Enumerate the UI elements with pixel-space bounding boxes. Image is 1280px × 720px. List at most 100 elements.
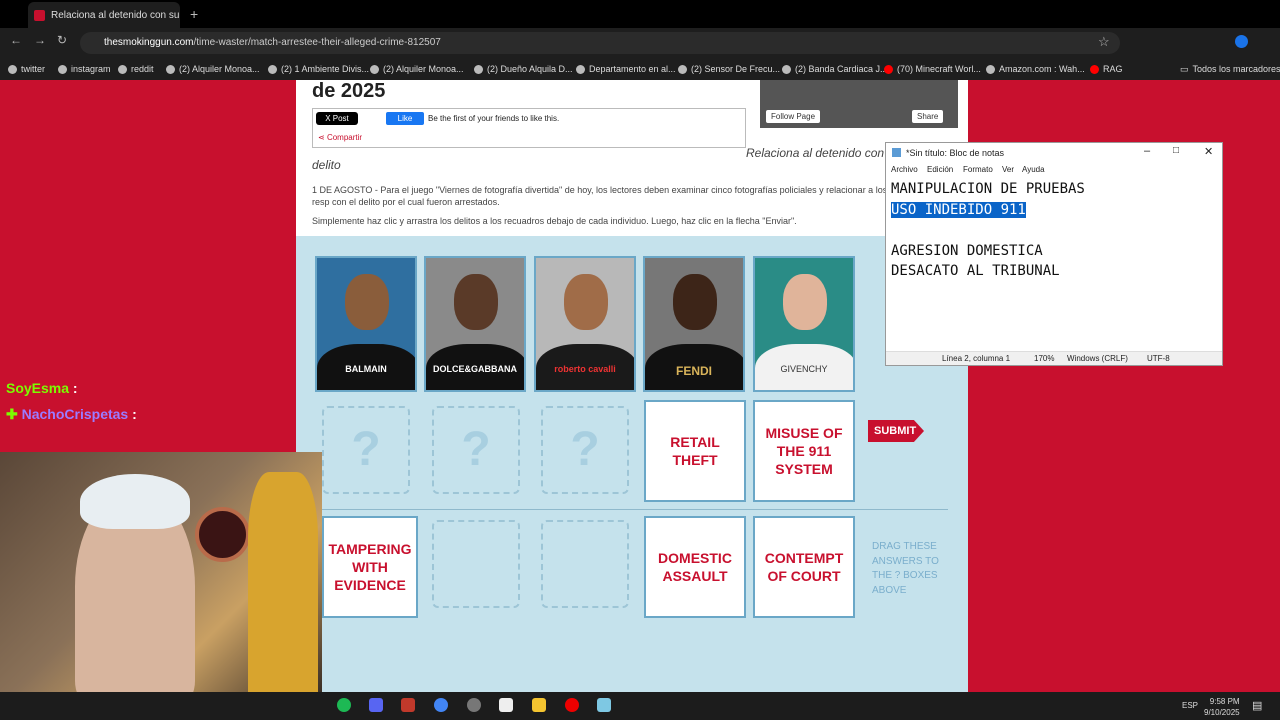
- face: [564, 274, 608, 330]
- bookmark-item[interactable]: reddit: [118, 58, 154, 80]
- clock[interactable]: 9:58 PM 9/10/2025: [1204, 696, 1240, 718]
- maximize-icon[interactable]: □: [1173, 145, 1179, 156]
- bookmark-icon: [370, 64, 379, 74]
- bookmark-item[interactable]: (2) Dueño Alquila D...: [474, 58, 573, 80]
- share-link[interactable]: ⋖ Compartir: [318, 133, 362, 142]
- minimize-icon[interactable]: –: [1144, 145, 1150, 157]
- mugshot-4: FENDI: [643, 256, 745, 392]
- drop-zone-1[interactable]: ?: [322, 406, 410, 494]
- discord-icon[interactable]: [369, 698, 383, 712]
- text-line: DESACATO AL TRIBUNAL: [891, 263, 1060, 279]
- bookmark-item[interactable]: (2) Sensor De Frecu...: [678, 58, 780, 80]
- drop-placeholder: ?: [351, 423, 381, 476]
- app-icon[interactable]: [499, 698, 513, 712]
- notifications-icon[interactable]: ▤: [1252, 699, 1262, 712]
- follow-page-button[interactable]: Follow Page: [766, 110, 821, 123]
- drag-hint: DRAG THESE ANSWERS TO THE ? BOXES ABOVE: [872, 541, 939, 596]
- back-icon[interactable]: ←: [10, 33, 22, 47]
- chat-message: SoyEsma :: [6, 380, 78, 396]
- notepad-taskbar-icon[interactable]: [597, 698, 611, 712]
- empty-slot: [541, 520, 629, 608]
- amazon-icon: [986, 64, 995, 74]
- bookmark-item[interactable]: Amazon.com : Wah...: [986, 58, 1085, 80]
- language-indicator[interactable]: ESP: [1182, 701, 1198, 710]
- drop-zone-3[interactable]: ?: [541, 406, 629, 494]
- selected-text-line: USO INDEBIDO 911: [891, 201, 1026, 218]
- opera-icon[interactable]: [565, 698, 579, 712]
- fb-share-button[interactable]: Share: [912, 110, 944, 123]
- wall-clock: [195, 507, 250, 562]
- face: [673, 274, 717, 330]
- bookmark-item[interactable]: (2) Alquiler Monoa...: [370, 58, 464, 80]
- submit-button[interactable]: SUBMIT: [868, 420, 924, 442]
- clock-date: 9/10/2025: [1204, 708, 1240, 717]
- bookmark-item[interactable]: Departamento en al...: [576, 58, 676, 80]
- obs-icon[interactable]: [467, 698, 481, 712]
- bookmark-item[interactable]: (2) Banda Cardiaca J...: [782, 58, 888, 80]
- divider: [322, 509, 948, 510]
- drop-placeholder: ?: [461, 423, 491, 476]
- bookmark-item[interactable]: (2) 1 Ambiente Divis...: [268, 58, 369, 80]
- article-subtitle-cont: delito: [312, 158, 341, 172]
- spotify-icon[interactable]: [337, 698, 351, 712]
- bookmark-icon: [474, 64, 483, 74]
- status-encoding: UTF-8: [1147, 354, 1170, 363]
- menu-edicion[interactable]: Edición: [927, 163, 953, 177]
- instagram-icon: [58, 64, 67, 74]
- bookmark-item[interactable]: RAG: [1090, 58, 1123, 80]
- costume-figure: [248, 472, 318, 692]
- bookmark-item[interactable]: instagram: [58, 58, 111, 80]
- bookmark-icon: [268, 64, 277, 74]
- menu-formato[interactable]: Formato: [963, 163, 993, 177]
- face: [783, 274, 827, 330]
- bookmark-star-icon[interactable]: ☆: [1098, 34, 1110, 50]
- notepad-title: *Sin título: Bloc de notas: [906, 148, 1005, 158]
- url-input[interactable]: thesmokinggun.com/time-waster/match-arre…: [80, 32, 1120, 54]
- menu-ayuda[interactable]: Ayuda: [1022, 163, 1045, 177]
- notepad-text-area[interactable]: MANIPULACION DE PRUEBAS USO INDEBIDO 911 A…: [891, 179, 1211, 345]
- all-bookmarks[interactable]: ▭ Todos los marcadores: [1180, 58, 1280, 80]
- intro-paragraph: 1 DE AGOSTO - Para el juego "Viernes de …: [312, 185, 888, 207]
- profile-avatar[interactable]: [1235, 35, 1248, 48]
- bookmark-item[interactable]: (2) Alquiler Monoa...: [166, 58, 260, 80]
- bookmark-item[interactable]: (70) Minecraft Worl...: [884, 58, 981, 80]
- answer-card-placed[interactable]: RETAIL THEFT: [644, 400, 746, 502]
- badge-icon: ✚: [6, 406, 22, 422]
- app-icon[interactable]: [401, 698, 415, 712]
- youtube-icon: [1090, 64, 1099, 74]
- x-post-button[interactable]: X Post: [316, 112, 358, 125]
- fb-like-button[interactable]: Like: [386, 112, 424, 125]
- fb-like-text: Be the first of your friends to like thi…: [428, 114, 560, 123]
- bookmark-icon: [166, 64, 175, 74]
- shirt-brand: roberto cavalli: [554, 364, 616, 374]
- active-tab[interactable]: Relaciona al detenido con su pr ✕: [28, 2, 180, 28]
- menu-ver[interactable]: Ver: [1002, 163, 1014, 177]
- notepad-icon: [892, 148, 901, 157]
- shirt-brand: DOLCE&GABBANA: [433, 364, 517, 374]
- answer-card-placed[interactable]: MISUSE OF THE 911 SYSTEM: [753, 400, 855, 502]
- drop-zone-2[interactable]: ?: [432, 406, 520, 494]
- answer-card[interactable]: CONTEMPT OF COURT: [753, 516, 855, 618]
- page-title: de 2025: [312, 80, 386, 102]
- chrome-icon[interactable]: [434, 698, 448, 712]
- folder-icon: ▭: [1180, 64, 1189, 74]
- chat-username: SoyEsma: [6, 380, 70, 396]
- bookmark-item[interactable]: twitter: [8, 58, 45, 80]
- reload-icon[interactable]: ↻: [57, 33, 67, 47]
- text-line: MANIPULACION DE PRUEBAS: [891, 181, 1085, 197]
- stream-chat: SoyEsma : ✚ NachoCrispetas :: [0, 372, 296, 452]
- new-tab-icon[interactable]: +: [190, 6, 198, 22]
- answer-card[interactable]: TAMPERING WITH EVIDENCE: [322, 516, 418, 618]
- text-line: [891, 220, 1211, 241]
- close-icon[interactable]: ✕: [1204, 145, 1213, 158]
- menu-archivo[interactable]: Archivo: [891, 163, 918, 177]
- x-icon: [8, 64, 17, 74]
- answer-card[interactable]: DOMESTIC ASSAULT: [644, 516, 746, 618]
- mugshot-1: BALMAIN: [315, 256, 417, 392]
- file-explorer-icon[interactable]: [532, 698, 546, 712]
- chat-username: NachoCrispetas: [21, 406, 129, 422]
- taskbar: [0, 692, 1280, 720]
- forward-icon[interactable]: →: [34, 33, 46, 47]
- bookmark-icon: [576, 64, 585, 74]
- notepad-menu: Archivo Edición Formato Ver Ayuda: [886, 163, 1222, 177]
